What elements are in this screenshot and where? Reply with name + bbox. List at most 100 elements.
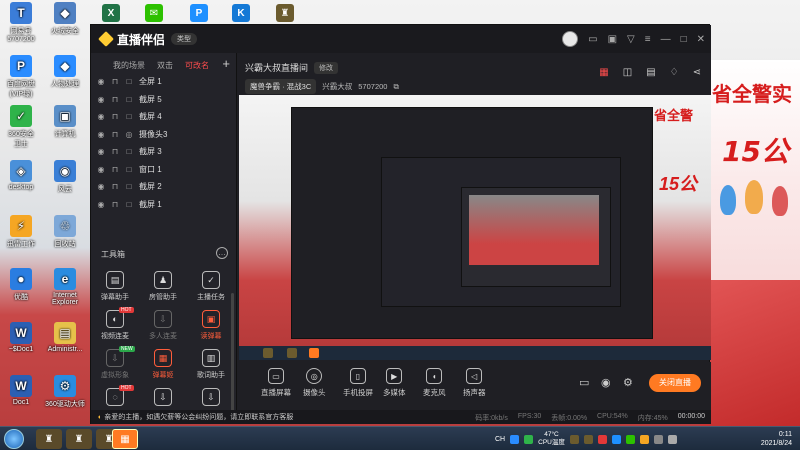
type-badge[interactable]: 类型 (171, 33, 198, 45)
visibility-icon[interactable]: ◉ (97, 77, 105, 86)
desktop-icon[interactable]: ▤ Administr... (42, 322, 88, 353)
tray-app-icon[interactable] (597, 434, 607, 444)
tools-scrollbar[interactable] (231, 293, 234, 413)
lock-icon[interactable]: ⊓ (111, 112, 119, 121)
edit-title-button[interactable]: 修改 (314, 61, 339, 74)
lock-icon[interactable]: ⊓ (111, 165, 119, 174)
tray-app-icon[interactable] (569, 434, 579, 444)
visibility-icon[interactable]: ◉ (97, 200, 105, 209)
desktop-top-app-icon[interactable]: ✉ (145, 4, 163, 22)
tool-item[interactable]: ⇩ (187, 388, 235, 409)
desktop-icon[interactable]: ⚙ 360驱动大师 (42, 375, 88, 409)
desktop-icon[interactable]: ● 优酷 (0, 268, 44, 302)
tab-my-scene[interactable]: 我的场景 (113, 60, 145, 73)
scene-item[interactable]: ◉ ⊓ □ 截屏 4 (91, 108, 236, 126)
tool-item[interactable]: ♟ 房管助手 (139, 271, 187, 302)
desktop-icon[interactable]: ◆ 火绒安全 (42, 2, 88, 36)
tool-item[interactable]: ▤ 弹幕助手 (91, 271, 139, 302)
copy-icon[interactable]: ⧉ (393, 82, 398, 92)
record-icon[interactable]: ▭ (579, 376, 589, 389)
clock[interactable]: 0:11 2021/8/24 (761, 430, 792, 448)
lock-icon[interactable]: ⊓ (111, 147, 119, 156)
speaker-button[interactable]: ◁ 扬声器 (463, 368, 486, 398)
ime-indicator[interactable]: CH (495, 436, 505, 443)
tool-item[interactable]: ▥ 歌词助手 (187, 349, 235, 380)
share-icon[interactable]: ⋖ (693, 67, 701, 78)
tab-double[interactable]: 双击 (157, 60, 173, 73)
add-scene-button[interactable]: + (222, 56, 230, 71)
tool-item[interactable]: ◐ HOT 视频连麦 (91, 307, 139, 341)
lock-icon[interactable]: ⊓ (111, 77, 119, 86)
avatar[interactable] (562, 31, 579, 47)
scene-item[interactable]: ◉ ⊓ □ 截屏 5 (91, 91, 236, 109)
message-icon[interactable]: ▣ (608, 34, 617, 45)
feedback-icon[interactable]: ▭ (588, 34, 597, 45)
scene-item[interactable]: ◉ ⊓ □ 窗口 1 (91, 161, 236, 179)
desktop-icon[interactable]: ✓ 360安全 卫士 (0, 105, 44, 149)
gift-icon[interactable]: ▦ (599, 67, 608, 78)
stream-preview[interactable]: 省全警 15公 (239, 95, 711, 360)
desktop-icon[interactable]: e Internet Explorer (42, 268, 88, 306)
desktop-icon[interactable]: ◆ 人物处理 (42, 55, 88, 89)
tool-item[interactable]: ◌ HOT (91, 385, 139, 409)
desktop-icon[interactable]: ▣ 计算机 (42, 105, 88, 139)
bell-icon[interactable]: ♢ (670, 67, 679, 78)
minimize-icon[interactable]: — (661, 34, 671, 45)
scene-item[interactable]: ◉ ⊓ □ 全屏 1 (91, 73, 236, 91)
lock-icon[interactable]: ⊓ (111, 130, 119, 139)
tool-item[interactable]: ▣ 读弹幕 (187, 310, 235, 341)
volume-icon[interactable] (667, 434, 677, 444)
calendar-icon[interactable]: ▤ (646, 67, 655, 78)
cpu-temp[interactable]: 47°C CPU温度 (538, 431, 565, 447)
tray-app-icon[interactable] (524, 434, 534, 444)
tool-item[interactable]: ▦ 弹幕姬 (139, 349, 187, 380)
scene-item[interactable]: ◉ ⊓ ◎ 摄像头3 (91, 126, 236, 144)
visibility-icon[interactable]: ◉ (97, 130, 105, 139)
visibility-icon[interactable]: ◉ (97, 147, 105, 156)
skin-icon[interactable]: ▽ (627, 34, 635, 45)
notice-text[interactable]: 如遇欠薪等公会纠纷问题，请立即联系官方客服 (146, 414, 293, 421)
start-button[interactable] (4, 429, 24, 449)
desktop-icon[interactable]: ◈ desktop (0, 160, 44, 191)
network-icon[interactable] (653, 434, 663, 444)
lock-icon[interactable]: ⊓ (111, 200, 119, 209)
tools-more-icon[interactable]: … (216, 247, 228, 259)
lock-icon[interactable]: ⊓ (111, 182, 119, 191)
desktop-top-app-icon[interactable]: ♜ (276, 4, 294, 22)
tray-app-icon[interactable] (510, 434, 520, 444)
desktop-icon[interactable]: P 百度网盘 (VIP绿) (0, 55, 44, 99)
tray-app-icon[interactable] (625, 434, 635, 444)
eye-icon[interactable]: ◉ (601, 376, 611, 389)
go-live-button[interactable]: 关闭直播 (649, 374, 701, 392)
taskbar-app-warcraft[interactable]: ♜ (36, 429, 62, 449)
tab-editable[interactable]: 可改名 (185, 60, 209, 73)
tray-app-icon[interactable] (611, 434, 621, 444)
close-icon[interactable]: ✕ (697, 34, 705, 45)
desktop-top-app-icon[interactable]: P (190, 4, 208, 22)
tray-app-icon[interactable] (639, 434, 649, 444)
scene-item[interactable]: ◉ ⊓ □ 截屏 1 (91, 196, 236, 214)
microphone-button[interactable]: ◖ 麦克风 (423, 368, 446, 398)
tool-item[interactable]: ✓ 主播任务 (187, 271, 235, 302)
visibility-icon[interactable]: ◉ (97, 182, 105, 191)
visibility-icon[interactable]: ◉ (97, 95, 105, 104)
tool-item[interactable]: ⇩ NEW 虚拟形象 (91, 346, 139, 380)
maximize-icon[interactable]: □ (681, 34, 687, 45)
tool-item[interactable]: ⇩ 多人连麦 (139, 310, 187, 341)
lock-icon[interactable]: ◫ (623, 67, 632, 78)
lock-icon[interactable]: ⊓ (111, 95, 119, 104)
taskbar-app-live-companion[interactable]: ▦ (112, 429, 138, 449)
visibility-icon[interactable]: ◉ (97, 112, 105, 121)
camera-button[interactable]: ◎ 摄像头 (303, 368, 326, 398)
desktop-top-app-icon[interactable]: K (232, 4, 250, 22)
scene-item[interactable]: ◉ ⊓ □ 截屏 2 (91, 178, 236, 196)
settings-icon[interactable]: ⚙ (623, 376, 633, 389)
game-category[interactable]: 魔兽争霸 · 混战3C (245, 79, 317, 94)
visibility-icon[interactable]: ◉ (97, 165, 105, 174)
tray-app-icon[interactable] (583, 434, 593, 444)
scene-item[interactable]: ◉ ⊓ □ 截屏 3 (91, 143, 236, 161)
desktop-icon[interactable]: ♲ 回收站 (42, 215, 88, 249)
desktop-icon[interactable]: ◉ 风云 (42, 160, 88, 194)
taskbar-app-warcraft[interactable]: ♜ (66, 429, 92, 449)
desktop-icon[interactable]: W ~$Doc1 (0, 322, 44, 353)
